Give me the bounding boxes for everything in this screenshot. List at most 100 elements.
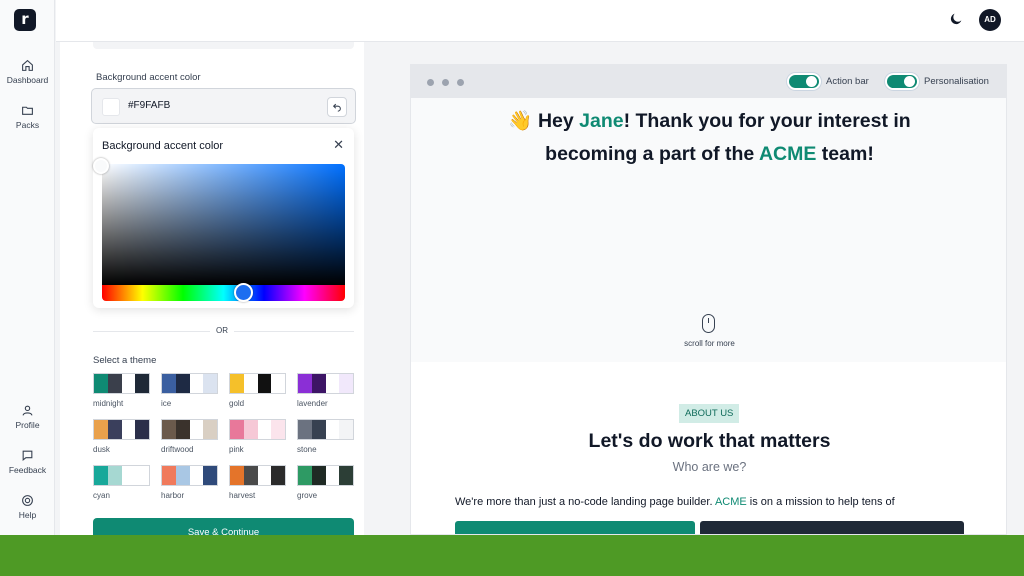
about-body: We're more than just a no-code landing p… [455, 496, 895, 508]
theme-name: lavender [297, 399, 328, 408]
bg-accent-label: Background accent color [96, 72, 201, 83]
app-logo[interactable]: r [14, 9, 36, 31]
theme-pink[interactable]: pink [229, 419, 286, 454]
theme-swatch-strip [93, 465, 150, 486]
nav-feedback[interactable]: Feedback [0, 449, 55, 475]
theme-name: stone [297, 445, 317, 454]
nav-help-label: Help [18, 510, 37, 520]
theme-ice[interactable]: ice [161, 373, 218, 408]
theme-color-swatch [135, 466, 149, 485]
nav-feedback-label: Feedback [8, 465, 47, 475]
or-separator: OR [210, 326, 234, 335]
theme-lavender[interactable]: lavender [297, 373, 354, 408]
theme-swatch-strip [297, 465, 354, 486]
theme-dusk[interactable]: dusk [93, 419, 150, 454]
secondary-cta-button[interactable] [700, 521, 964, 534]
hue-slider[interactable] [102, 285, 345, 301]
folder-icon [22, 106, 33, 115]
company-name: ACME [758, 143, 817, 165]
theme-name: midnight [93, 399, 124, 408]
saturation-handle[interactable] [93, 158, 109, 174]
hero-section: 👋 Hey Jane! Thank you for your interest … [411, 98, 1006, 362]
hero-line-1: 👋 Hey Jane! Thank you for your interest … [508, 110, 911, 132]
settings-panel: Background accent color #F9FAFB Backgrou… [60, 42, 364, 535]
scroll-hint: scroll for more [684, 339, 735, 348]
close-icon[interactable]: ✕ [333, 138, 344, 151]
theme-color-swatch [271, 466, 285, 485]
hex-value[interactable]: #F9FAFB [128, 100, 170, 111]
theme-color-swatch [162, 374, 176, 393]
theme-cyan[interactable]: cyan [93, 465, 150, 500]
theme-midnight[interactable]: midnight [93, 373, 150, 408]
about-badge: ABOUT US [679, 404, 740, 423]
save-continue-button[interactable]: Save & Continue [93, 518, 354, 535]
nav-packs[interactable]: Packs [0, 104, 55, 130]
moon-icon[interactable] [948, 11, 964, 27]
theme-color-swatch [162, 420, 176, 439]
nav-profile[interactable]: Profile [0, 404, 55, 430]
theme-gold[interactable]: gold [229, 373, 286, 408]
saturation-area[interactable] [102, 164, 345, 285]
theme-color-swatch [298, 374, 312, 393]
theme-color-swatch [94, 466, 108, 485]
theme-color-swatch [203, 466, 217, 485]
theme-swatch-strip [161, 465, 218, 486]
theme-color-swatch [121, 374, 136, 393]
theme-name: dusk [93, 445, 110, 454]
theme-color-swatch [311, 466, 326, 485]
about-title: Let's do work that matters [588, 430, 831, 452]
theme-color-swatch [271, 374, 285, 393]
theme-swatch-strip [229, 373, 286, 394]
theme-color-swatch [175, 420, 190, 439]
primary-cta-button[interactable] [455, 521, 695, 534]
hero-line-2: becoming a part of the ACME team! [545, 143, 874, 165]
theme-color-swatch [271, 420, 285, 439]
theme-swatch-strip [297, 373, 354, 394]
window-dot [427, 79, 434, 86]
color-picker-popover: Background accent color ✕ [93, 128, 354, 308]
theme-harbor[interactable]: harbor [161, 465, 218, 500]
nav-profile-label: Profile [15, 420, 40, 430]
theme-color-swatch [257, 374, 272, 393]
theme-color-swatch [325, 420, 340, 439]
personalisation-label: Personalisation [924, 76, 989, 87]
theme-color-swatch [203, 374, 217, 393]
nav-dashboard[interactable]: Dashboard [0, 59, 55, 85]
theme-color-swatch [107, 374, 122, 393]
toggle-knob [806, 76, 817, 87]
theme-color-swatch [325, 466, 340, 485]
toggle-knob [904, 76, 915, 87]
hue-slider-handle[interactable] [234, 283, 253, 302]
theme-driftwood[interactable]: driftwood [161, 419, 218, 454]
theme-harvest[interactable]: harvest [229, 465, 286, 500]
theme-color-swatch [298, 466, 312, 485]
landing-preview: Action bar Personalisation 👋 Hey Jane! T… [410, 64, 1007, 535]
theme-color-swatch [121, 466, 136, 485]
window-dot [442, 79, 449, 86]
action-bar-toggle[interactable] [787, 73, 821, 90]
theme-name: grove [297, 491, 318, 500]
avatar[interactable]: AD [979, 9, 1001, 31]
theme-grove[interactable]: grove [297, 465, 354, 500]
reset-button[interactable] [327, 97, 347, 117]
nav-help[interactable]: Help [0, 494, 55, 520]
theme-color-swatch [94, 374, 108, 393]
nav-dashboard-label: Dashboard [6, 75, 49, 85]
theme-swatch-strip [93, 373, 150, 394]
theme-color-swatch [203, 420, 217, 439]
theme-color-swatch [230, 374, 244, 393]
save-continue-label: Save & Continue [187, 527, 260, 535]
bg-accent-input[interactable]: #F9FAFB [91, 88, 356, 124]
user-icon [22, 405, 33, 416]
theme-color-swatch [257, 466, 272, 485]
theme-color-swatch [94, 420, 108, 439]
color-swatch[interactable] [102, 98, 120, 116]
nav-packs-label: Packs [15, 120, 40, 130]
about-subtitle: Who are we? [672, 460, 747, 474]
theme-color-swatch [107, 420, 122, 439]
theme-name: cyan [93, 491, 110, 500]
theme-stone[interactable]: stone [297, 419, 354, 454]
theme-color-swatch [243, 374, 258, 393]
browser-bar: Action bar Personalisation [411, 65, 1006, 98]
personalisation-toggle[interactable] [885, 73, 919, 90]
